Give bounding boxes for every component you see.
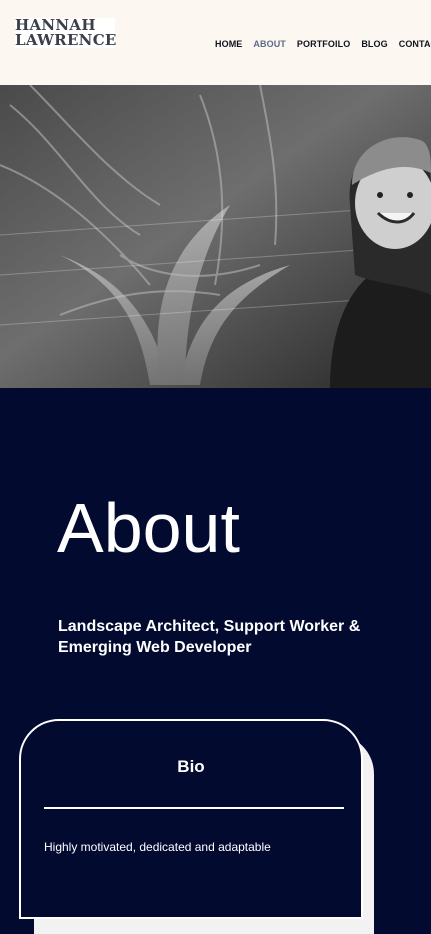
nav-contact-link[interactable]: CONTACT (399, 39, 431, 49)
about-subtitle: Landscape Architect, Support Worker & Em… (58, 618, 361, 656)
bio-card: Bio Highly motivated, dedicated and adap… (19, 719, 363, 919)
nav-home-link[interactable]: HOME (215, 39, 242, 49)
page-title: About (57, 489, 240, 567)
nav-about-link[interactable]: ABOUT (253, 39, 286, 49)
nav-blog-link[interactable]: BLOG (361, 39, 387, 49)
main-nav: HOME ABOUT PORTFOILO BLOG CONTACT (215, 39, 431, 49)
logo-line-2: LAWRENCE (15, 31, 117, 49)
nav-portfolio-link[interactable]: PORTFOILO (297, 39, 350, 49)
bio-text: Highly motivated, dedicated and adaptabl… (44, 840, 271, 854)
about-section: About Landscape Architect, Support Worke… (0, 388, 431, 934)
hero-portrait-image (0, 85, 431, 388)
portrait-photo (0, 85, 431, 388)
site-header: HANNAH LAWRENCE HOME ABOUT PORTFOILO BLO… (0, 0, 431, 85)
bio-divider (44, 807, 344, 809)
bio-heading: Bio (177, 757, 205, 776)
site-logo[interactable]: HANNAH LAWRENCE (15, 18, 117, 49)
